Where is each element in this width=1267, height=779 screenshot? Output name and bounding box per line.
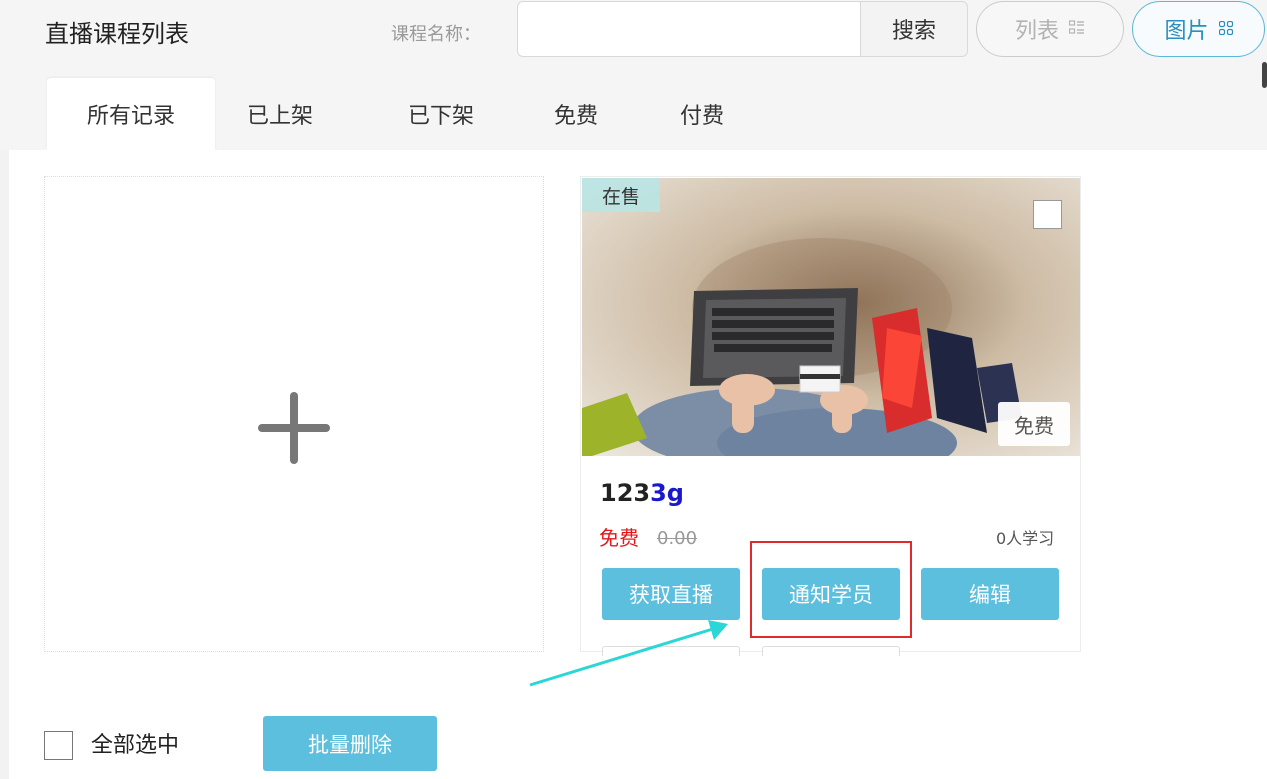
course-select-checkbox[interactable]	[1033, 200, 1062, 229]
tab-all-records[interactable]: 所有记录	[47, 78, 215, 150]
view-grid-button[interactable]: 图片	[1132, 1, 1265, 57]
select-all-checkbox[interactable]	[44, 731, 73, 760]
more-action-button-2[interactable]	[762, 646, 900, 656]
course-title-accent: 3g	[650, 479, 684, 507]
search-input[interactable]	[517, 1, 860, 57]
search-label: 课程名称：	[391, 24, 481, 45]
batch-delete-button[interactable]: 批量删除	[263, 716, 437, 771]
arrow-annotation	[529, 620, 728, 687]
grid-icon	[1218, 20, 1233, 38]
course-title-main: 123	[600, 479, 651, 507]
left-edge	[0, 150, 9, 779]
select-all-label[interactable]: 全部选中	[91, 730, 179, 762]
tab-free[interactable]: 免费	[536, 78, 616, 150]
status-badge: 在售	[582, 178, 660, 212]
course-list-page: 直播课程列表 课程名称： 搜索 列表 图片 所有记录 已上架 已下架 免费 付费…	[0, 0, 1267, 779]
view-list-button[interactable]: 列表	[976, 1, 1124, 57]
highlight-box	[750, 541, 912, 638]
tab-unlisted[interactable]: 已下架	[386, 78, 496, 150]
learner-count: 0人学习	[996, 529, 1055, 548]
tab-listed[interactable]: 已上架	[225, 78, 335, 150]
price-tag-badge: 免费	[998, 402, 1070, 446]
tab-paid[interactable]: 付费	[662, 78, 742, 150]
search-button[interactable]: 搜索	[860, 1, 968, 57]
view-list-label: 列表	[1014, 19, 1059, 44]
page-title: 直播课程列表	[45, 20, 189, 48]
view-grid-label: 图片	[1164, 19, 1209, 44]
edit-button[interactable]: 编辑	[921, 568, 1059, 620]
original-price: 0.00	[657, 528, 698, 549]
course-title[interactable]: 1233g	[600, 476, 684, 510]
price-label: 免费	[599, 526, 639, 550]
list-icon	[1068, 19, 1085, 39]
edge-marker	[1262, 62, 1267, 88]
